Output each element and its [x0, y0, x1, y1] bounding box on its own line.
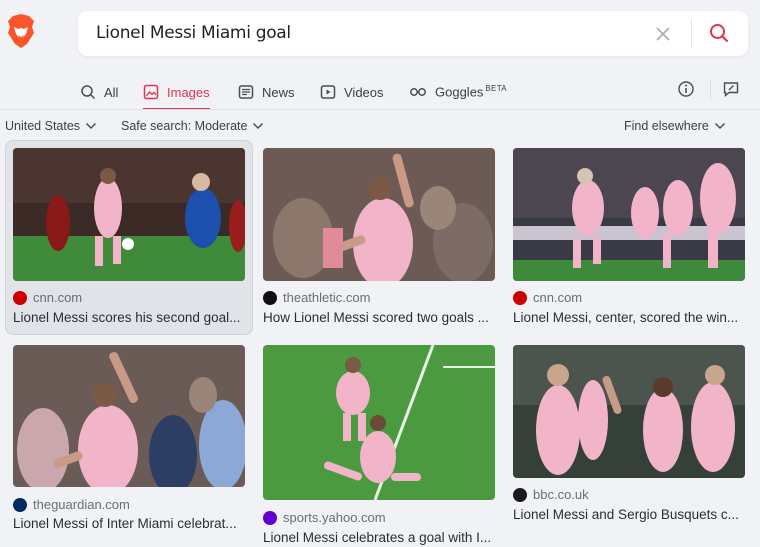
- image-icon: [143, 84, 159, 100]
- region-dropdown[interactable]: United States: [5, 119, 97, 133]
- result-thumbnail[interactable]: [513, 345, 745, 478]
- tab-all-label: All: [104, 84, 119, 100]
- athletic-icon: [263, 290, 277, 305]
- result-caption[interactable]: How Lionel Messi scored two goals ...: [263, 310, 489, 325]
- result-source[interactable]: cnn.com: [513, 290, 582, 305]
- top-bar: Lionel Messi Miami goal: [0, 0, 760, 66]
- result-source[interactable]: theathletic.com: [263, 290, 370, 305]
- beta-badge: BETA: [485, 84, 507, 94]
- cnn-icon: [13, 290, 27, 305]
- search-divider: [691, 19, 692, 48]
- search-button-icon[interactable]: [708, 22, 730, 44]
- chevron-down-icon: [253, 122, 264, 130]
- result-caption[interactable]: Lionel Messi of Inter Miami celebrat...: [13, 516, 237, 531]
- search-input[interactable]: Lionel Messi Miami goal: [96, 23, 291, 43]
- result-caption[interactable]: Lionel Messi and Sergio Busquets c...: [513, 507, 739, 522]
- chevron-down-icon: [714, 122, 725, 130]
- bbc-icon: [513, 487, 527, 502]
- tab-bar-divider: [710, 80, 711, 100]
- result-source[interactable]: cnn.com: [13, 290, 82, 305]
- news-icon: [238, 85, 254, 99]
- result-thumbnail[interactable]: [13, 345, 245, 487]
- tab-bar: All Images News Videos Goggles BETA: [0, 74, 760, 110]
- result-thumbnail[interactable]: [513, 148, 745, 281]
- brave-logo-icon[interactable]: [5, 13, 37, 49]
- clear-icon[interactable]: [654, 25, 672, 43]
- tab-goggles[interactable]: Goggles BETA: [409, 78, 507, 106]
- cnn-icon: [513, 290, 527, 305]
- result-caption[interactable]: Lionel Messi, center, scored the win...: [513, 310, 738, 325]
- tab-news[interactable]: News: [238, 78, 295, 106]
- result-source-label: cnn.com: [33, 290, 83, 305]
- yahoo-icon: [263, 510, 277, 525]
- result-source[interactable]: bbc.co.uk: [513, 487, 589, 502]
- goggles-text: Goggles: [435, 84, 484, 100]
- tab-images[interactable]: Images: [143, 78, 210, 110]
- info-icon[interactable]: [677, 80, 697, 100]
- result-caption[interactable]: Lionel Messi scores his second goal...: [13, 310, 240, 325]
- search-icon: [81, 85, 96, 100]
- result-thumbnail[interactable]: [263, 345, 495, 500]
- safe-search-dropdown[interactable]: Safe search: Moderate: [121, 119, 264, 133]
- video-icon: [320, 85, 336, 99]
- safe-search-label: Safe search: Moderate: [121, 119, 248, 133]
- result-source-label: theathletic.com: [283, 290, 371, 305]
- feedback-icon[interactable]: [722, 80, 742, 100]
- tab-all[interactable]: All: [80, 78, 118, 106]
- chevron-down-icon: [86, 122, 97, 130]
- result-source-label: theguardian.com: [33, 497, 130, 512]
- result-source-label: bbc.co.uk: [533, 487, 589, 502]
- goggles-icon: [410, 88, 426, 96]
- result-caption[interactable]: Lionel Messi celebrates a goal with I...: [263, 530, 491, 545]
- result-source[interactable]: sports.yahoo.com: [263, 510, 386, 525]
- result-thumbnail[interactable]: [13, 148, 245, 281]
- find-elsewhere-label: Find elsewhere: [624, 119, 709, 133]
- tab-goggles-label: Goggles BETA: [435, 84, 507, 99]
- result-source[interactable]: theguardian.com: [13, 497, 130, 512]
- search-bar[interactable]: Lionel Messi Miami goal: [78, 11, 748, 56]
- tab-news-label: News: [262, 84, 295, 100]
- tabs-bottom-border: [0, 109, 760, 110]
- tab-videos[interactable]: Videos: [320, 78, 384, 106]
- tab-videos-label: Videos: [344, 84, 384, 100]
- filter-bar: United States Safe search: Moderate Find…: [0, 116, 760, 138]
- find-elsewhere-dropdown[interactable]: Find elsewhere: [624, 119, 726, 133]
- guardian-icon: [13, 497, 27, 512]
- region-label: United States: [5, 119, 81, 133]
- tab-images-label: Images: [167, 84, 210, 100]
- result-source-label: cnn.com: [533, 290, 583, 305]
- result-source-label: sports.yahoo.com: [283, 510, 386, 525]
- result-thumbnail[interactable]: [263, 148, 495, 281]
